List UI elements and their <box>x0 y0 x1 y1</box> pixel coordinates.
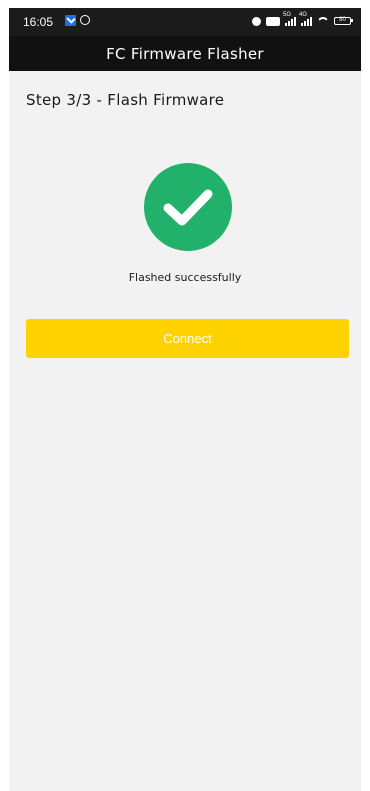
connect-button-label: Connect <box>163 331 212 346</box>
check-circle-icon <box>144 163 232 251</box>
app-title: FC Firmware Flasher <box>106 44 264 63</box>
signal-4g-icon: 4G <box>299 12 312 26</box>
wifi-icon <box>317 17 329 26</box>
status-message: Flashed successfully <box>128 271 242 284</box>
app-bar: FC Firmware Flasher <box>9 36 361 71</box>
phone-screen: 16:05 5G 4G 80 FC Firmware Flasher Step … <box>9 8 361 791</box>
status-right-icons: 5G 4G 80 <box>252 12 353 26</box>
hd-icon <box>266 16 280 26</box>
status-time: 16:05 <box>23 15 54 29</box>
alarm-icon <box>252 16 261 26</box>
connect-button[interactable]: Connect <box>26 319 349 358</box>
notification-app-icon <box>65 15 76 26</box>
status-left-icons <box>65 15 90 26</box>
step-title: Step 3/3 - Flash Firmware <box>26 91 225 109</box>
status-bar: 16:05 5G 4G 80 <box>9 8 361 36</box>
battery-icon: 80 <box>334 17 353 25</box>
sync-icon <box>80 15 90 25</box>
signal-5g-icon: 5G <box>283 12 296 26</box>
